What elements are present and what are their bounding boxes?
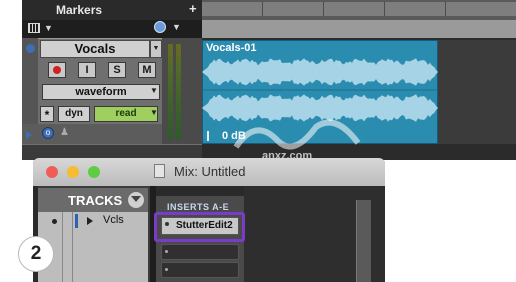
step-number-badge: 2 — [18, 236, 54, 272]
level-meter — [176, 44, 181, 140]
timeline-cell — [324, 2, 385, 16]
solo-button[interactable]: S — [108, 62, 126, 78]
track-show-dot[interactable] — [52, 219, 57, 224]
insert-slot-dot — [165, 268, 168, 271]
track-expand-button[interactable] — [26, 44, 35, 53]
markers-ruler[interactable] — [22, 0, 202, 20]
chevron-down-icon[interactable]: ▼ — [150, 86, 158, 95]
clock-icon[interactable] — [154, 21, 166, 33]
chevron-down-icon[interactable] — [131, 196, 141, 202]
timeline-cell — [202, 2, 263, 16]
zoom-button[interactable] — [88, 166, 100, 178]
input-monitor-button[interactable]: I — [78, 62, 96, 78]
playlist-button[interactable]: dyn — [58, 106, 90, 122]
chevron-down-icon[interactable]: ▼ — [172, 22, 181, 32]
track-color-bar — [75, 214, 78, 228]
screenshot: Markers + ▼ ▼ Vocals ▼ I S M waveform ▼ … — [0, 0, 516, 282]
scrollbar[interactable] — [356, 200, 371, 282]
window-title: Mix: Untitled — [174, 164, 246, 179]
track-view-selector[interactable]: waveform — [42, 84, 160, 100]
inserts-label: INSERTS A-E — [167, 202, 230, 212]
record-icon — [53, 66, 61, 74]
track-play-icon[interactable] — [87, 217, 93, 225]
timeline-empty-area[interactable] — [438, 40, 516, 144]
track-option-button[interactable]: o — [42, 127, 54, 139]
chevron-down-icon[interactable]: ▼ — [44, 23, 53, 33]
column-divider — [72, 212, 73, 282]
timeline-ruler[interactable] — [202, 20, 516, 38]
chevron-down-icon[interactable]: ▼ — [150, 40, 162, 58]
clip-name: Vocals-01 — [206, 42, 257, 54]
insert-slot[interactable] — [161, 262, 239, 278]
waveform-channel-top — [202, 58, 438, 86]
insert-star-button[interactable]: * — [40, 106, 54, 122]
timeline-cell — [263, 2, 324, 16]
tracks-label: TRACKS — [68, 193, 123, 208]
chevron-down-icon[interactable]: ▼ — [150, 108, 158, 117]
record-enable-button[interactable] — [48, 62, 66, 78]
gain-icon[interactable] — [207, 131, 216, 141]
timeline-cell — [446, 2, 516, 16]
track-row-name[interactable]: Vcls — [103, 214, 124, 226]
document-icon — [154, 164, 165, 178]
level-meter — [168, 44, 173, 140]
play-icon[interactable] — [26, 131, 32, 139]
timeline-cell — [385, 2, 446, 16]
insert-slot-dot — [165, 250, 168, 253]
automation-mode-selector[interactable]: read — [94, 106, 158, 122]
mute-button[interactable]: M — [138, 62, 156, 78]
highlight-box — [154, 212, 245, 242]
insert-slot[interactable] — [161, 244, 239, 260]
plus-icon[interactable]: + — [189, 1, 197, 16]
track-name-field[interactable]: Vocals — [40, 40, 150, 58]
person-icon: ♟ — [60, 127, 69, 138]
close-button[interactable] — [46, 166, 58, 178]
column-divider — [62, 212, 63, 282]
grid-icon[interactable] — [28, 23, 40, 33]
markers-label: Markers — [56, 3, 103, 17]
minimize-button[interactable] — [67, 166, 79, 178]
